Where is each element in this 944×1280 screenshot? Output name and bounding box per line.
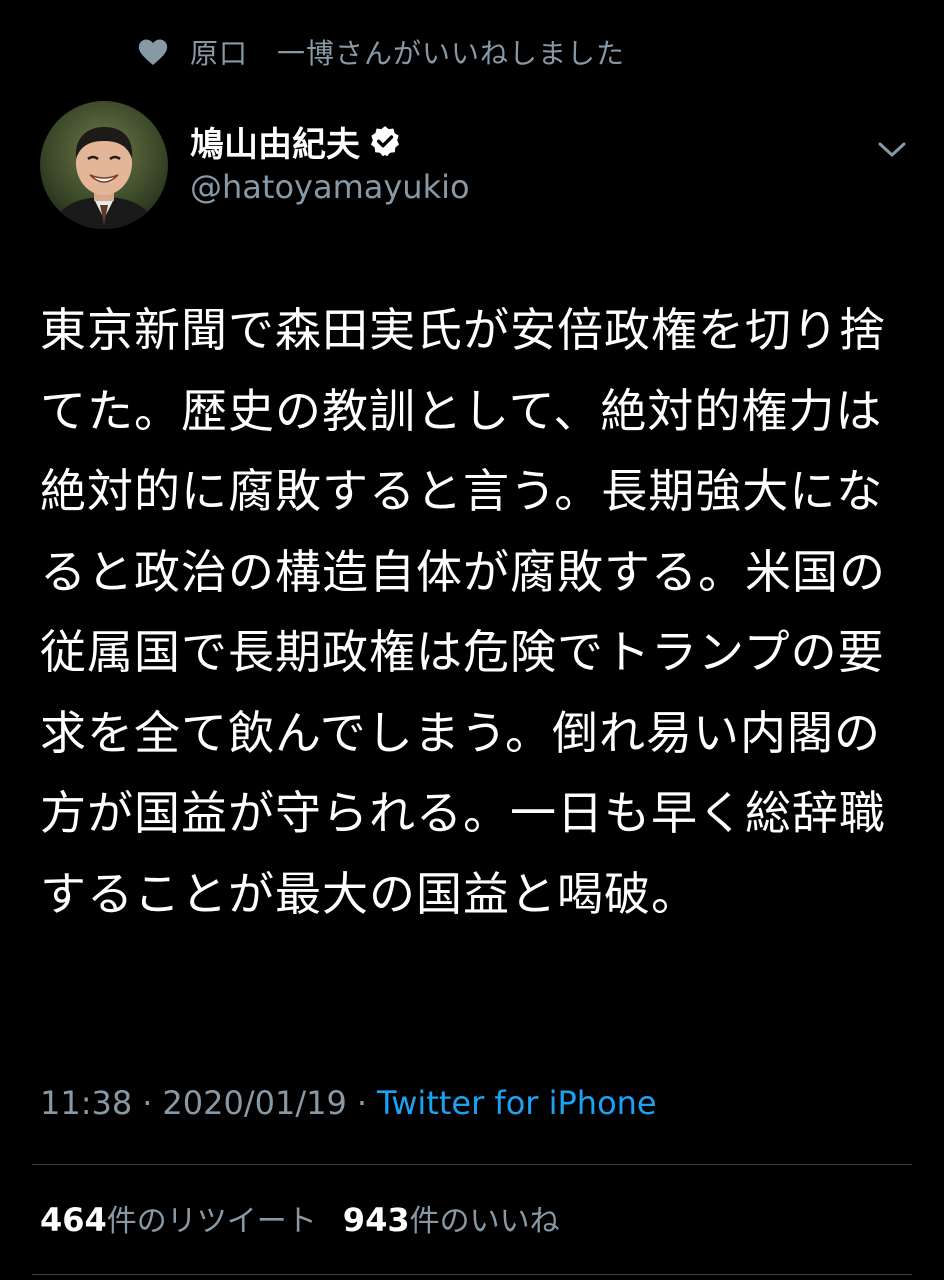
chevron-down-icon[interactable] bbox=[872, 132, 912, 166]
retweets-label[interactable]: 件のリツイート bbox=[107, 1196, 317, 1240]
avatar-photo bbox=[40, 101, 168, 229]
verified-badge-icon bbox=[370, 126, 400, 157]
tweet-stats: 464 件のリツイート 943 件のいいね bbox=[40, 1196, 586, 1240]
tweet-date: 2020/01/19 bbox=[162, 1084, 347, 1122]
social-context-text[interactable]: 原口 一博さんがいいねしました bbox=[190, 32, 625, 72]
retweets-count[interactable]: 464 bbox=[40, 1201, 107, 1239]
likes-label[interactable]: 件のいいね bbox=[410, 1196, 560, 1240]
likes-count[interactable]: 943 bbox=[343, 1201, 410, 1239]
social-context: 原口 一博さんがいいねしました bbox=[136, 30, 625, 74]
author-handle[interactable]: @hatoyamayukio bbox=[190, 168, 470, 206]
avatar[interactable] bbox=[40, 101, 168, 229]
tweet-source-link[interactable]: Twitter for iPhone bbox=[377, 1084, 657, 1122]
divider bbox=[32, 1164, 912, 1165]
heart-icon bbox=[138, 39, 168, 66]
tweet-text: 東京新聞で森田実氏が安倍政権を切り捨てた。歴史の教訓として、絶対的権力は絶対的に… bbox=[40, 303, 886, 921]
divider bbox=[32, 1274, 912, 1275]
tweet-meta: 11:38 · 2020/01/19 · Twitter for iPhone bbox=[40, 1084, 657, 1122]
meta-separator: · bbox=[356, 1084, 367, 1122]
tweet-time: 11:38 bbox=[40, 1084, 133, 1122]
author-name[interactable]: 鳩山由紀夫 bbox=[190, 117, 360, 166]
meta-separator: · bbox=[142, 1084, 153, 1122]
author-name-row[interactable]: 鳩山由紀夫 bbox=[190, 117, 402, 166]
